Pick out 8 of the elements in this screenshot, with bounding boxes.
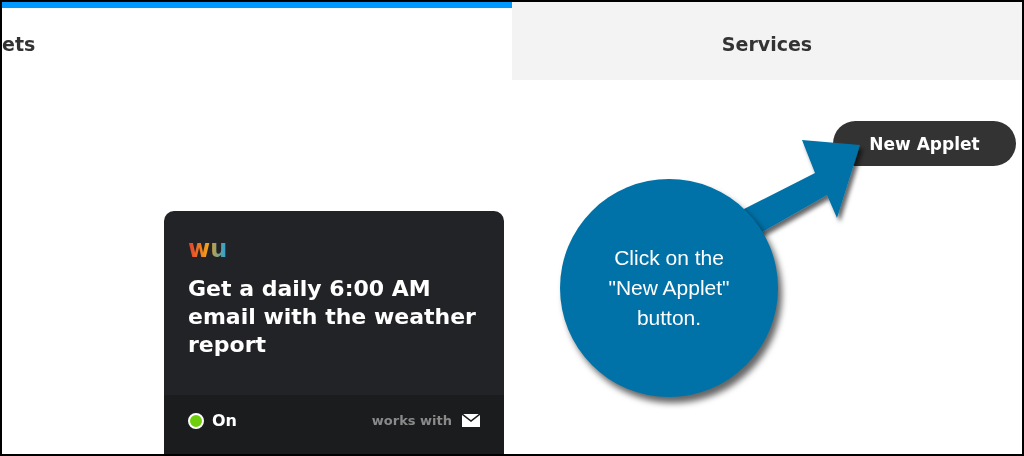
applet-title: Get a daily 6:00 AM email with the weather report xyxy=(188,275,477,359)
status-label: On xyxy=(212,411,237,430)
tab[interactable]: Services xyxy=(512,2,1022,80)
mail-icon xyxy=(462,414,480,427)
applet-card[interactable]: wu Get a daily 6:00 AM email with the weather report On works with xyxy=(164,211,504,454)
new-applet-button[interactable]: New Applet xyxy=(833,121,1016,166)
callout-text: Click on the "New Applet" button. xyxy=(607,245,731,331)
works-with-label: works with xyxy=(371,413,452,428)
